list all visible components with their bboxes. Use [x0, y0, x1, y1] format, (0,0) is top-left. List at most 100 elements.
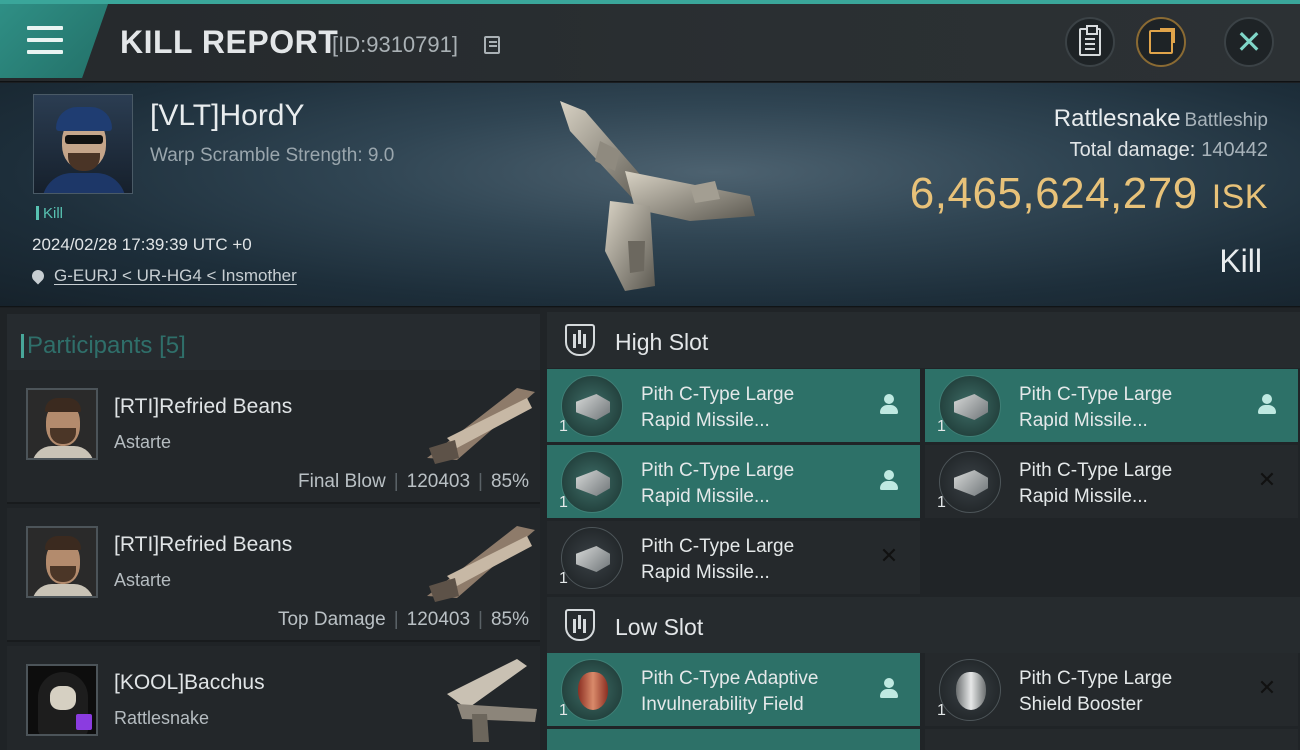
module-slot[interactable]: 1 Pith C-Type Large Rapid Missile... [925, 369, 1298, 442]
share-button[interactable] [1136, 17, 1186, 67]
module-name: Pith C-Type Large Rapid Missile... [1019, 460, 1173, 507]
total-damage: Total damage: 140442 [1070, 139, 1268, 162]
total-damage-value: 140442 [1201, 139, 1268, 161]
participant-name[interactable]: [RTI]Refried Beans [114, 533, 292, 557]
module-name: Pith C-Type Adaptive Invulnerability Fiel… [641, 668, 819, 715]
isk-amount: 6,465,624,279 [909, 169, 1198, 218]
destroyed-x-icon: ✕ [1257, 675, 1277, 700]
corp-badge-icon [76, 714, 92, 730]
module-quantity: 1 [559, 702, 568, 719]
module-slot-partial[interactable] [925, 729, 1298, 750]
high-slot-icon [565, 324, 595, 356]
total-damage-label: Total damage: [1069, 139, 1196, 161]
victim-ship-image [560, 101, 755, 291]
missile-launcher-icon [561, 451, 623, 513]
participant-name[interactable]: [KOOL]Bacchus [114, 671, 265, 695]
module-slot[interactable]: 1 Pith C-Type Large Rapid Missile... [547, 369, 920, 442]
participant-ship-image [447, 659, 537, 742]
ship-class: Battleship [1184, 110, 1268, 131]
high-slot-label: High Slot [615, 329, 709, 355]
participant-damage: 120403 [406, 471, 471, 492]
outcome-label: Kill [1219, 243, 1262, 279]
isk-unit: ISK [1211, 178, 1268, 216]
low-slot-icon [565, 609, 595, 641]
victim-pilot-name[interactable]: [VLT]HordY [150, 99, 305, 133]
page-title: KILL REPORT [120, 24, 339, 60]
dropped-person-icon [1258, 394, 1276, 414]
participant-avatar[interactable] [26, 664, 98, 736]
clipboard-button[interactable] [1065, 17, 1115, 67]
participants-label: Participants [27, 332, 153, 359]
module-quantity: 1 [937, 702, 946, 719]
isk-value: 6,465,624,279 ISK [910, 169, 1268, 219]
participant-row[interactable]: [RTI]Refried Beans Astarte Top Damage | 12… [7, 508, 540, 642]
close-button[interactable]: ✕ [1224, 17, 1274, 67]
missile-launcher-icon [561, 375, 623, 437]
module-quantity: 1 [937, 494, 946, 511]
share-icon [1149, 28, 1175, 54]
participant-role: Final Blow [298, 471, 386, 492]
participant-ship: Astarte [114, 432, 172, 452]
module-slot[interactable]: 1 Pith C-Type Large Shield Booster ✕ [925, 653, 1298, 726]
participants-count: [5] [159, 332, 186, 359]
participants-header: Participants [5] [7, 314, 540, 372]
header-bar: KILL REPORT [ID:9310791] ✕ [0, 0, 1300, 82]
warp-scramble-strength: Warp Scramble Strength: 9.0 [150, 145, 395, 166]
dropped-person-icon [880, 394, 898, 414]
participant-stats: Final Blow | 120403 | 85% [298, 471, 529, 492]
low-slot-label: Low Slot [615, 614, 704, 640]
participant-avatar[interactable] [26, 388, 98, 460]
module-quantity: 1 [937, 418, 946, 435]
victim-portrait[interactable] [33, 94, 133, 194]
participant-row[interactable]: [KOOL]Bacchus Rattlesnake [7, 646, 540, 750]
shield-booster-icon [939, 659, 1001, 721]
participant-name[interactable]: [RTI]Refried Beans [114, 395, 292, 419]
dropped-person-icon [880, 678, 898, 698]
fitting-panel: High Slot 1 Pith C-Type Large Rapid Missi… [540, 308, 1300, 750]
high-slot-header: High Slot [547, 312, 1300, 368]
missile-launcher-icon [939, 451, 1001, 513]
location-pin-icon [29, 267, 47, 285]
module-name: Pith C-Type Large Rapid Missile... [641, 460, 795, 507]
module-quantity: 1 [559, 570, 568, 587]
ship-name[interactable]: Rattlesnake [1054, 105, 1181, 132]
low-slot-header: Low Slot [547, 597, 1300, 653]
victim-panel: [VLT]HordY Warp Scramble Strength: 9.0 K… [0, 83, 1300, 307]
participant-ship: Astarte [114, 570, 172, 590]
clipboard-icon [1079, 25, 1101, 56]
module-name: Pith C-Type Large Rapid Missile... [641, 384, 795, 431]
destroyed-x-icon: ✕ [1257, 467, 1277, 492]
participant-role: Top Damage [277, 609, 386, 630]
invulnerability-field-icon [561, 659, 623, 721]
kill-tag: Kill [36, 205, 63, 222]
participant-percent: 85% [490, 471, 529, 492]
menu-button[interactable] [0, 4, 108, 78]
missile-launcher-icon [939, 375, 1001, 437]
report-id: [ID:9310791] [332, 32, 458, 57]
hamburger-icon [27, 26, 63, 54]
module-slot[interactable]: 1 Pith C-Type Large Rapid Missile... [547, 445, 920, 518]
participants-title: Participants [5] [21, 332, 186, 360]
participant-row[interactable]: [RTI]Refried Beans Astarte Final Blow | 12… [7, 370, 540, 504]
participants-panel: Participants [5] [RTI]Refried Beans Asta… [0, 308, 540, 750]
module-slot[interactable]: 1 Pith C-Type Large Rapid Missile... ✕ [547, 521, 920, 594]
participant-ship-image [427, 526, 535, 602]
module-slot-partial[interactable] [547, 729, 920, 750]
destroyed-x-icon: ✕ [879, 543, 899, 568]
module-quantity: 1 [559, 418, 568, 435]
location-link[interactable]: G-EURJ < UR-HG4 < Insmother [54, 266, 297, 285]
kill-location[interactable]: G-EURJ < UR-HG4 < Insmother [29, 266, 297, 286]
module-slot[interactable]: 1 Pith C-Type Adaptive Invulnerability Fi… [547, 653, 920, 726]
dropped-person-icon [880, 470, 898, 490]
missile-launcher-icon [561, 527, 623, 589]
participant-ship: Rattlesnake [114, 708, 210, 728]
module-name: Pith C-Type Large Shield Booster [1019, 668, 1173, 715]
close-icon: ✕ [1235, 24, 1263, 60]
module-name: Pith C-Type Large Rapid Missile... [1019, 384, 1173, 431]
module-quantity: 1 [559, 494, 568, 511]
participant-stats: Top Damage | 120403 | 85% [277, 609, 529, 630]
copy-id-icon[interactable] [484, 36, 500, 54]
participant-damage: 120403 [406, 609, 471, 630]
module-slot[interactable]: 1 Pith C-Type Large Rapid Missile... ✕ [925, 445, 1298, 518]
participant-avatar[interactable] [26, 526, 98, 598]
